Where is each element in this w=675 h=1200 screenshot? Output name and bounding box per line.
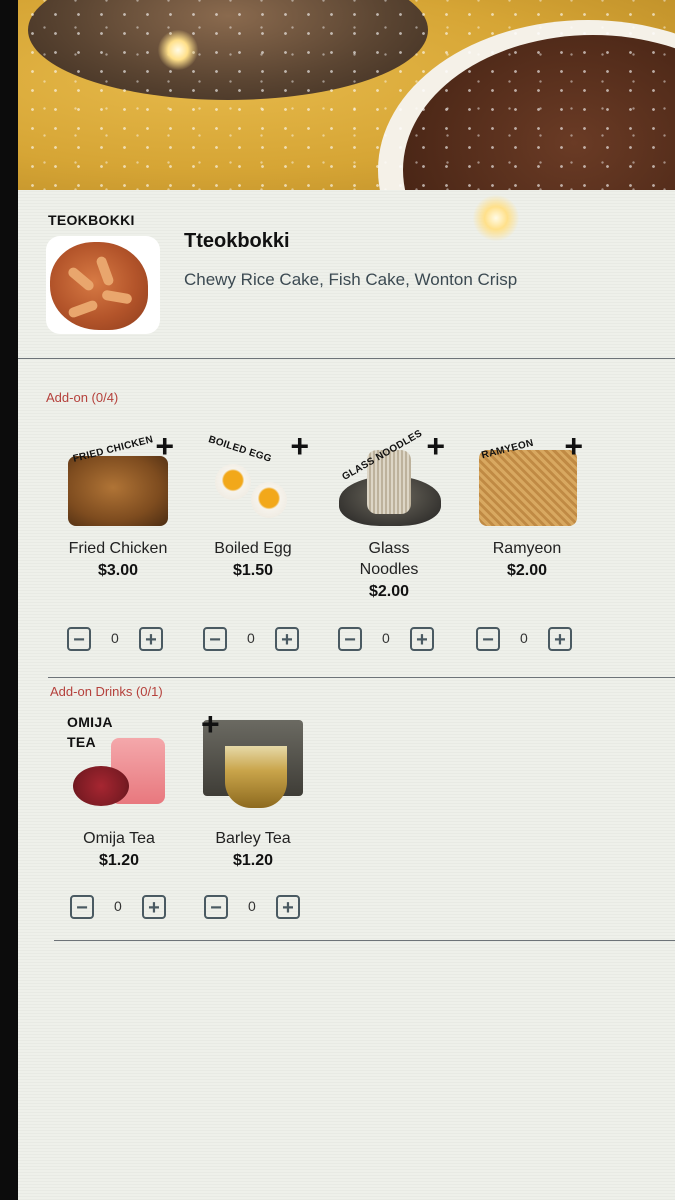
omija-berries	[73, 766, 129, 806]
plus-icon: +	[426, 428, 445, 464]
quantity-value: 0	[247, 630, 255, 646]
item-price: $1.20	[98, 852, 140, 869]
quantity-value: 0	[520, 630, 528, 646]
plus-icon: +	[290, 428, 309, 464]
ramyeon-noodle-block	[479, 450, 577, 526]
hero-food-photo	[18, 0, 675, 195]
dish-image-label: TEOKBOKKI	[48, 212, 135, 228]
item-name: Ramyeon	[492, 540, 562, 557]
kiosk-screen: TEOKBOKKI Tteokbokki Chewy Rice Cake, Fi…	[18, 190, 675, 1200]
addon-item-glass-noodles[interactable]: GLASS NOODLES + Glass Noodles $2.00	[324, 428, 454, 601]
item-name: Fried Chicken	[68, 540, 168, 557]
quantity-value: 0	[111, 630, 119, 646]
item-price: $1.20	[232, 852, 274, 869]
decrement-button[interactable]: −	[338, 627, 362, 651]
quantity-stepper-barley-tea[interactable]: − 0 +	[204, 895, 314, 923]
addon-item-fried-chicken[interactable]: FRIED CHICKEN + Fried Chicken $3.00	[53, 430, 183, 580]
dish-title: Tteokbokki	[184, 230, 290, 252]
glass-noodles-image: GLASS NOODLES +	[337, 428, 445, 526]
boiled-egg-image-label: BOILED EGG	[206, 434, 273, 465]
dish-image: TEOKBOKKI	[46, 212, 160, 334]
divider	[54, 940, 675, 941]
increment-button[interactable]: +	[276, 895, 300, 919]
increment-button[interactable]: +	[548, 627, 572, 651]
barley-tea-image: +	[201, 708, 305, 816]
light-glare	[158, 30, 198, 70]
omija-tea-image-label: OMIJA TEA	[67, 714, 113, 750]
quantity-value: 0	[382, 630, 390, 646]
decrement-button[interactable]: −	[203, 627, 227, 651]
quantity-stepper-ramyeon[interactable]: − 0 +	[476, 627, 586, 655]
dish-description: Chewy Rice Cake, Fish Cake, Wonton Crisp	[184, 270, 518, 289]
egg-half-1	[215, 464, 251, 500]
quantity-stepper-fried-chicken[interactable]: − 0 +	[67, 627, 177, 655]
addon-item-ramyeon[interactable]: RAMYEON + Ramyeon $2.00	[462, 430, 592, 580]
quantity-value: 0	[114, 898, 122, 914]
divider	[18, 358, 675, 359]
quantity-stepper-boiled-egg[interactable]: − 0 +	[203, 627, 313, 655]
addon-item-boiled-egg[interactable]: BOILED EGG + Boiled Egg $1.50	[188, 430, 318, 580]
decrement-button[interactable]: −	[476, 627, 500, 651]
quantity-value: 0	[248, 898, 256, 914]
increment-button[interactable]: +	[275, 627, 299, 651]
tteokbokki-photo	[50, 242, 148, 330]
plus-icon: +	[155, 428, 174, 464]
item-name: Glass Noodles	[359, 540, 419, 578]
egg-half-2	[251, 482, 287, 518]
barley-tea-cup	[225, 746, 287, 808]
item-price: $3.00	[97, 562, 139, 579]
ramyeon-image: RAMYEON +	[475, 430, 583, 526]
plus-icon: +	[564, 428, 583, 464]
decrement-button[interactable]: −	[204, 895, 228, 919]
divider	[48, 677, 675, 678]
increment-button[interactable]: +	[139, 627, 163, 651]
item-name: Barley Tea	[215, 830, 291, 847]
item-name: Omija Tea	[83, 830, 155, 847]
plus-icon: +	[201, 706, 220, 742]
item-price: $2.00	[368, 583, 410, 600]
item-price: $1.50	[232, 562, 274, 579]
hero-seasoning-specks	[18, 0, 675, 195]
drinks-section-label: Add-on Drinks (0/1)	[50, 684, 163, 699]
light-glare	[473, 195, 519, 241]
increment-button[interactable]: +	[142, 895, 166, 919]
device-bezel	[0, 0, 18, 1200]
increment-button[interactable]: +	[410, 627, 434, 651]
item-price: $2.00	[506, 562, 548, 579]
fried-chicken-photo	[68, 456, 168, 526]
omija-tea-image: OMIJA TEA	[67, 714, 171, 816]
drink-item-barley-tea[interactable]: + Barley Tea $1.20	[188, 708, 318, 870]
fried-chicken-image: FRIED CHICKEN +	[66, 430, 174, 526]
decrement-button[interactable]: −	[67, 627, 91, 651]
quantity-stepper-glass-noodles[interactable]: − 0 +	[338, 627, 448, 655]
drink-item-omija-tea[interactable]: OMIJA TEA Omija Tea $1.20	[54, 714, 184, 870]
quantity-stepper-omija-tea[interactable]: − 0 +	[70, 895, 180, 923]
item-name: Boiled Egg	[214, 540, 292, 557]
boiled-egg-image: BOILED EGG +	[201, 430, 309, 526]
decrement-button[interactable]: −	[70, 895, 94, 919]
addon-section-label: Add-on (0/4)	[46, 390, 119, 405]
